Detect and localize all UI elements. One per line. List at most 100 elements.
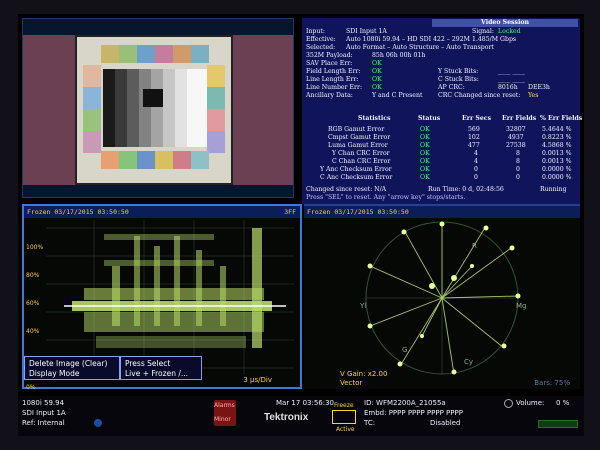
- picture-tile[interactable]: [22, 18, 294, 198]
- stats-row-name: RGB Gamut Error: [328, 126, 385, 133]
- label-c-stuck: C Stuck Bits:: [438, 76, 479, 83]
- volume-value: 0 %: [556, 399, 570, 407]
- stats-row-fields: 27538: [506, 142, 526, 149]
- stats-row-fields: 8: [516, 150, 520, 157]
- value-line-length: OK: [372, 76, 382, 83]
- stats-row-pct: 0.8223 %: [542, 134, 572, 141]
- label-effective: Effective:: [306, 36, 336, 43]
- volume-icon: [504, 399, 513, 408]
- waveform-tile[interactable]: Frozen 03/17/2015 03:50:50 3FF 100% 80% …: [22, 204, 302, 391]
- label-input: Input:: [306, 28, 325, 35]
- stats-row-pct: 5.4644 %: [542, 126, 572, 133]
- bars-level: Bars: 75%: [534, 379, 570, 387]
- menu-press-select[interactable]: Press Select: [125, 359, 197, 369]
- value-selected: Auto Format – Auto Structure – Auto Tran…: [346, 44, 494, 51]
- status-ref: Ref: Internal: [22, 419, 65, 427]
- stats-row-fields: 0: [516, 174, 520, 181]
- stats-row-pct: 0.0000 %: [542, 174, 572, 181]
- stats-row-secs: 4: [474, 150, 478, 157]
- stats-row-status: OK: [420, 142, 430, 149]
- label-line-length: Line Length Err:: [306, 76, 359, 83]
- vector-gain: V Gain: x2.00: [340, 370, 388, 378]
- ref-indicator-icon: [94, 419, 102, 427]
- value-effective: Auto 1080i 59.94 – HD SDI 422 – 292M 1.4…: [346, 36, 517, 43]
- stats-header-pct: % Err Fields: [540, 115, 583, 122]
- scale-label: 80%: [26, 272, 40, 279]
- volume-label: Volume:: [516, 399, 545, 407]
- stats-header-err-secs: Err Secs: [462, 115, 492, 122]
- stats-row-status: OK: [420, 158, 430, 165]
- status-datetime: Mar 17 03:56:30: [276, 399, 335, 407]
- status-format: 1080i 59.94: [22, 399, 65, 407]
- stats-row-status: OK: [420, 126, 430, 133]
- value-signal: Locked: [498, 28, 521, 35]
- value-payload: 85h 06h 00h 01h: [372, 52, 426, 59]
- label-payload: 352M Payload:: [306, 52, 353, 59]
- status-tc-label: TC:: [364, 419, 376, 427]
- audio-level-meter: [538, 420, 578, 428]
- menu-delete-image[interactable]: Delete Image (Clear): [29, 359, 115, 369]
- video-session-panel[interactable]: Video Session Input: SDI Input 1A Effect…: [302, 18, 583, 204]
- stats-row-secs: 0: [474, 174, 478, 181]
- display-screen: Video Session Input: SDI Input 1A Effect…: [18, 14, 584, 396]
- stats-header-statistics: Statistics: [358, 115, 391, 122]
- status-tc-value: Disabled: [430, 419, 461, 427]
- vector-scope: [365, 221, 521, 375]
- picture-background-left: [23, 35, 75, 185]
- stats-row-name: Y Chan CRC Error: [332, 150, 390, 157]
- running-status: Running: [540, 186, 567, 193]
- stats-row-fields: 4937: [508, 134, 524, 141]
- picture-background-right: [233, 35, 293, 185]
- status-bar: 1080i 59.94 SDI Input 1A Ref: Internal A…: [18, 396, 584, 436]
- context-menu-actions[interactable]: Delete Image (Clear) Display Mode: [24, 356, 120, 380]
- context-menu-values[interactable]: Press Select Live + Frozen /...: [120, 356, 202, 380]
- vector-tile[interactable]: Frozen 03/17/2015 03:50:50 R Mg Yl G Cy …: [304, 204, 580, 389]
- test-chart-image: [75, 35, 233, 185]
- stats-row-name: C Chan CRC Error: [332, 158, 391, 165]
- menu-display-mode[interactable]: Display Mode: [29, 369, 115, 379]
- changed-since-reset: Changed since reset: N/A: [306, 186, 387, 193]
- stats-row-name: Luma Gamut Error: [328, 142, 388, 149]
- stats-row-secs: 569: [468, 126, 480, 133]
- stats-row-secs: 0: [474, 166, 478, 173]
- label-line-number: Line Number Err:: [306, 84, 363, 91]
- stats-row-fields: 8: [516, 158, 520, 165]
- menu-live-frozen[interactable]: Live + Frozen /...: [125, 369, 197, 379]
- stats-row-status: OK: [420, 174, 430, 181]
- label-selected: Selected:: [306, 44, 336, 51]
- label-y-stuck: Y Stuck Bits:: [438, 68, 479, 75]
- stats-row-pct: 4.5868 %: [542, 142, 572, 149]
- active-label: Active: [336, 426, 355, 433]
- status-input: SDI Input 1A: [22, 409, 66, 417]
- freeze-label: Freeze: [334, 402, 354, 409]
- scale-label: 40%: [26, 328, 40, 335]
- video-session-title: Video Session: [432, 19, 578, 27]
- stats-row-status: OK: [420, 166, 430, 173]
- stats-row-status: OK: [420, 150, 430, 157]
- label-field-length: Field Length Err:: [306, 68, 361, 75]
- label-ancillary: Ancillary Data:: [306, 92, 353, 99]
- value-crc-changed: Yes: [528, 92, 539, 99]
- vector-mode: Vector: [340, 379, 363, 387]
- stats-row-pct: 0.0000 %: [542, 166, 572, 173]
- reset-hint: Press "SEL" to reset. Any "arrow key" st…: [306, 194, 466, 201]
- label-signal: Signal:: [472, 28, 494, 35]
- value-c-stuck: ____ ____: [498, 76, 525, 83]
- stats-row-name: Cmpst Gamut Error: [328, 134, 391, 141]
- target-r: R: [472, 242, 477, 250]
- stats-header-status: Status: [418, 115, 441, 122]
- value-field-length: OK: [372, 68, 382, 75]
- stats-row-secs: 102: [468, 134, 480, 141]
- value-line-number: OK: [372, 84, 382, 91]
- target-mg: Mg: [516, 302, 527, 310]
- stats-row-fields: 32807: [506, 126, 526, 133]
- stats-row-pct: 0.0013 %: [542, 150, 572, 157]
- freeze-button[interactable]: [332, 410, 356, 424]
- run-time: Run Time: 0 d, 02:48:56: [428, 186, 504, 193]
- waveform-timebase: 3 µs/Div: [243, 376, 272, 384]
- scale-label: 60%: [26, 300, 40, 307]
- stats-row-pct: 0.0013 %: [542, 158, 572, 165]
- label-sav: SAV Place Err:: [306, 60, 353, 67]
- label-crc-changed: CRC Changed since reset:: [438, 92, 521, 99]
- target-yl: Yl: [360, 302, 367, 310]
